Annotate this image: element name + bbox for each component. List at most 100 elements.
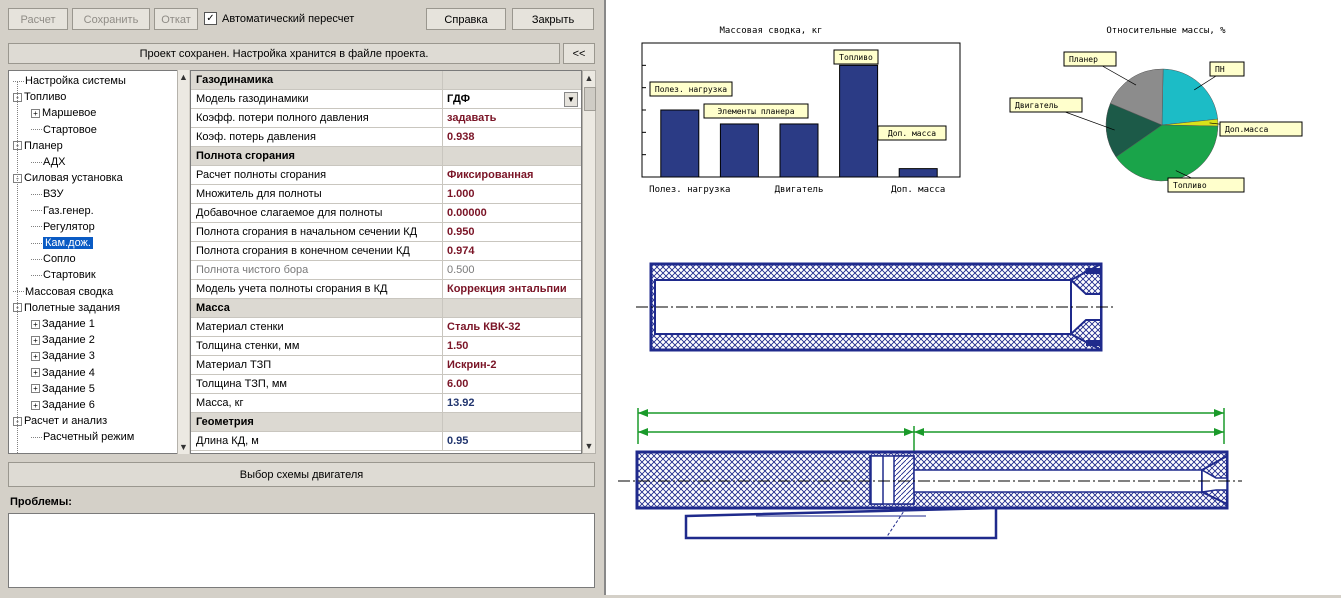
property-row[interactable]: Полнота сгорания в конечном сечении КД 0.…	[191, 242, 581, 261]
property-row[interactable]: Модель учета полноты сгорания в КД Коррек…	[191, 280, 581, 299]
property-value-text: 1.000	[447, 188, 475, 200]
property-value[interactable]: 1.50	[444, 337, 581, 355]
tree-item[interactable]: - Планер	[13, 139, 63, 154]
expand-icon[interactable]: +	[31, 351, 40, 361]
property-row[interactable]: Множитель для полноты 1.000	[191, 185, 581, 204]
dimension-lines	[637, 408, 1225, 456]
scroll-up-icon[interactable]: ▲	[583, 73, 595, 83]
bar-callout-label: Элементы планера	[717, 107, 794, 116]
status-message: Проект сохранен. Настройка хранится в фа…	[8, 43, 560, 64]
property-value[interactable]: ГДФ ▼	[444, 90, 581, 108]
property-value[interactable]: 13.92	[444, 394, 581, 412]
property-row[interactable]: Материал ТЗП Искрин-2	[191, 356, 581, 375]
tree-item[interactable]: Сопло	[31, 252, 76, 267]
property-value[interactable]: 0.974	[444, 242, 581, 260]
property-row[interactable]: Добавочное слагаемое для полноты 0.00000	[191, 204, 581, 223]
tree-item[interactable]: Стартовик	[31, 268, 96, 283]
tree-connector	[31, 193, 42, 195]
tree-item[interactable]: - Силовая установка	[13, 171, 123, 186]
property-value[interactable]: 0.950	[444, 223, 581, 241]
tree-item[interactable]: + Маршевое	[31, 106, 96, 121]
tree-item[interactable]: Стартовое	[31, 123, 97, 138]
property-value[interactable]: 0.95	[444, 432, 581, 450]
property-value[interactable]: 0.00000	[444, 204, 581, 222]
property-row[interactable]: Материал стенки Сталь КВК-32	[191, 318, 581, 337]
property-value-text: 13.92	[447, 397, 475, 409]
tree-item[interactable]: Кам.дож.	[31, 236, 93, 251]
property-value-text: Фиксированная	[447, 169, 534, 181]
tree-item[interactable]: АДХ	[31, 155, 66, 170]
property-name: Множитель для полноты	[191, 185, 443, 203]
tree-connector	[13, 291, 24, 293]
property-row[interactable]: Длина КД, м 0.95	[191, 432, 581, 451]
expand-icon[interactable]: +	[31, 335, 40, 345]
scrollbar-thumb[interactable]	[584, 87, 596, 111]
tree-item[interactable]: ВЗУ	[31, 187, 63, 202]
tree-item[interactable]: Расчетный режим	[31, 430, 134, 445]
engine-drawing-upper	[636, 262, 1116, 352]
scroll-up-icon[interactable]: ▲	[178, 72, 189, 82]
tree-item[interactable]: - Расчет и анализ	[13, 414, 107, 429]
property-row[interactable]: Толщина ТЗП, мм 6.00	[191, 375, 581, 394]
property-row[interactable]: Полнота чистого бора 0.500	[191, 261, 581, 280]
property-value[interactable]: 1.000	[444, 185, 581, 203]
tree-item[interactable]: - Топливо	[13, 90, 66, 105]
property-row[interactable]: Расчет полноты сгорания Фиксированная	[191, 166, 581, 185]
property-row[interactable]: Коэф. потерь давления 0.938	[191, 128, 581, 147]
rollback-button[interactable]: Откат	[154, 8, 198, 30]
autocalc-label: Автоматический пересчет	[222, 12, 355, 25]
tree-item[interactable]: Регулятор	[31, 220, 95, 235]
pie-callout-label: Топливо	[1173, 181, 1207, 190]
pie-callout-label: ПН	[1215, 65, 1225, 74]
property-value[interactable]: 0.938	[444, 128, 581, 146]
tree-item[interactable]: Газ.генер.	[31, 204, 94, 219]
property-row[interactable]: Коэфф. потери полного давления задавать	[191, 109, 581, 128]
property-value[interactable]: Фиксированная	[444, 166, 581, 184]
property-row[interactable]: Толщина стенки, мм 1.50	[191, 337, 581, 356]
tree-item[interactable]: + Задание 2	[31, 333, 95, 348]
tree-connector	[31, 436, 42, 438]
expand-icon[interactable]: +	[31, 319, 40, 329]
property-grid[interactable]: Газодинамика Модель газодинамики ГДФ ▼ Коэфф…	[190, 70, 582, 454]
calc-button[interactable]: Расчет	[8, 8, 68, 30]
tree-item[interactable]: + Задание 1	[31, 317, 95, 332]
property-value[interactable]: Сталь КВК-32	[444, 318, 581, 336]
pie-slice	[1161, 68, 1218, 126]
settings-tree[interactable]: Настройка системы - Топливо + Маршевое Старто…	[8, 70, 185, 454]
tree-item[interactable]: + Задание 5	[31, 382, 95, 397]
save-button[interactable]: Сохранить	[72, 8, 150, 30]
problems-list	[8, 513, 595, 588]
scheme-select-button[interactable]: Выбор схемы двигателя	[8, 462, 595, 487]
tree-item[interactable]: + Задание 3	[31, 349, 95, 364]
property-row[interactable]: Масса, кг 13.92	[191, 394, 581, 413]
property-value[interactable]: Коррекция энтальпии	[444, 280, 581, 298]
property-section: Геометрия	[191, 413, 581, 432]
grid-scrollbar[interactable]: ▲ ▼	[582, 70, 596, 454]
scroll-down-icon[interactable]: ▼	[178, 442, 189, 452]
tree-connector	[31, 161, 42, 163]
expand-icon[interactable]: +	[31, 384, 40, 394]
property-row[interactable]: Полнота сгорания в начальном сечении КД 0…	[191, 223, 581, 242]
collapse-button[interactable]: <<	[563, 43, 595, 64]
property-value[interactable]: 0.500	[444, 261, 581, 279]
expand-icon[interactable]: +	[31, 108, 40, 118]
close-button[interactable]: Закрыть	[512, 8, 594, 30]
property-value[interactable]: 6.00	[444, 375, 581, 393]
expand-icon[interactable]: +	[31, 368, 40, 378]
scroll-down-icon[interactable]: ▼	[583, 441, 595, 451]
tree-item[interactable]: + Задание 6	[31, 398, 95, 413]
property-value[interactable]: задавать	[444, 109, 581, 127]
tree-item[interactable]: - Полетные задания	[13, 301, 120, 316]
tree-item[interactable]: Массовая сводка	[13, 285, 113, 300]
property-value-text: 0.974	[447, 245, 475, 257]
bar-callout-label: Топливо	[839, 53, 873, 62]
tree-scrollbar[interactable]: ▲ ▼	[177, 70, 189, 454]
property-value[interactable]: Искрин-2	[444, 356, 581, 374]
dropdown-arrow-icon[interactable]: ▼	[564, 92, 578, 107]
tree-item[interactable]: + Задание 4	[31, 366, 95, 381]
autocalc-checkbox[interactable]: ✓ Автоматический пересчет	[204, 12, 354, 25]
help-button[interactable]: Справка	[426, 8, 506, 30]
expand-icon[interactable]: +	[31, 400, 40, 410]
property-row[interactable]: Модель газодинамики ГДФ ▼	[191, 90, 581, 109]
tree-item[interactable]: Настройка системы	[13, 74, 126, 89]
